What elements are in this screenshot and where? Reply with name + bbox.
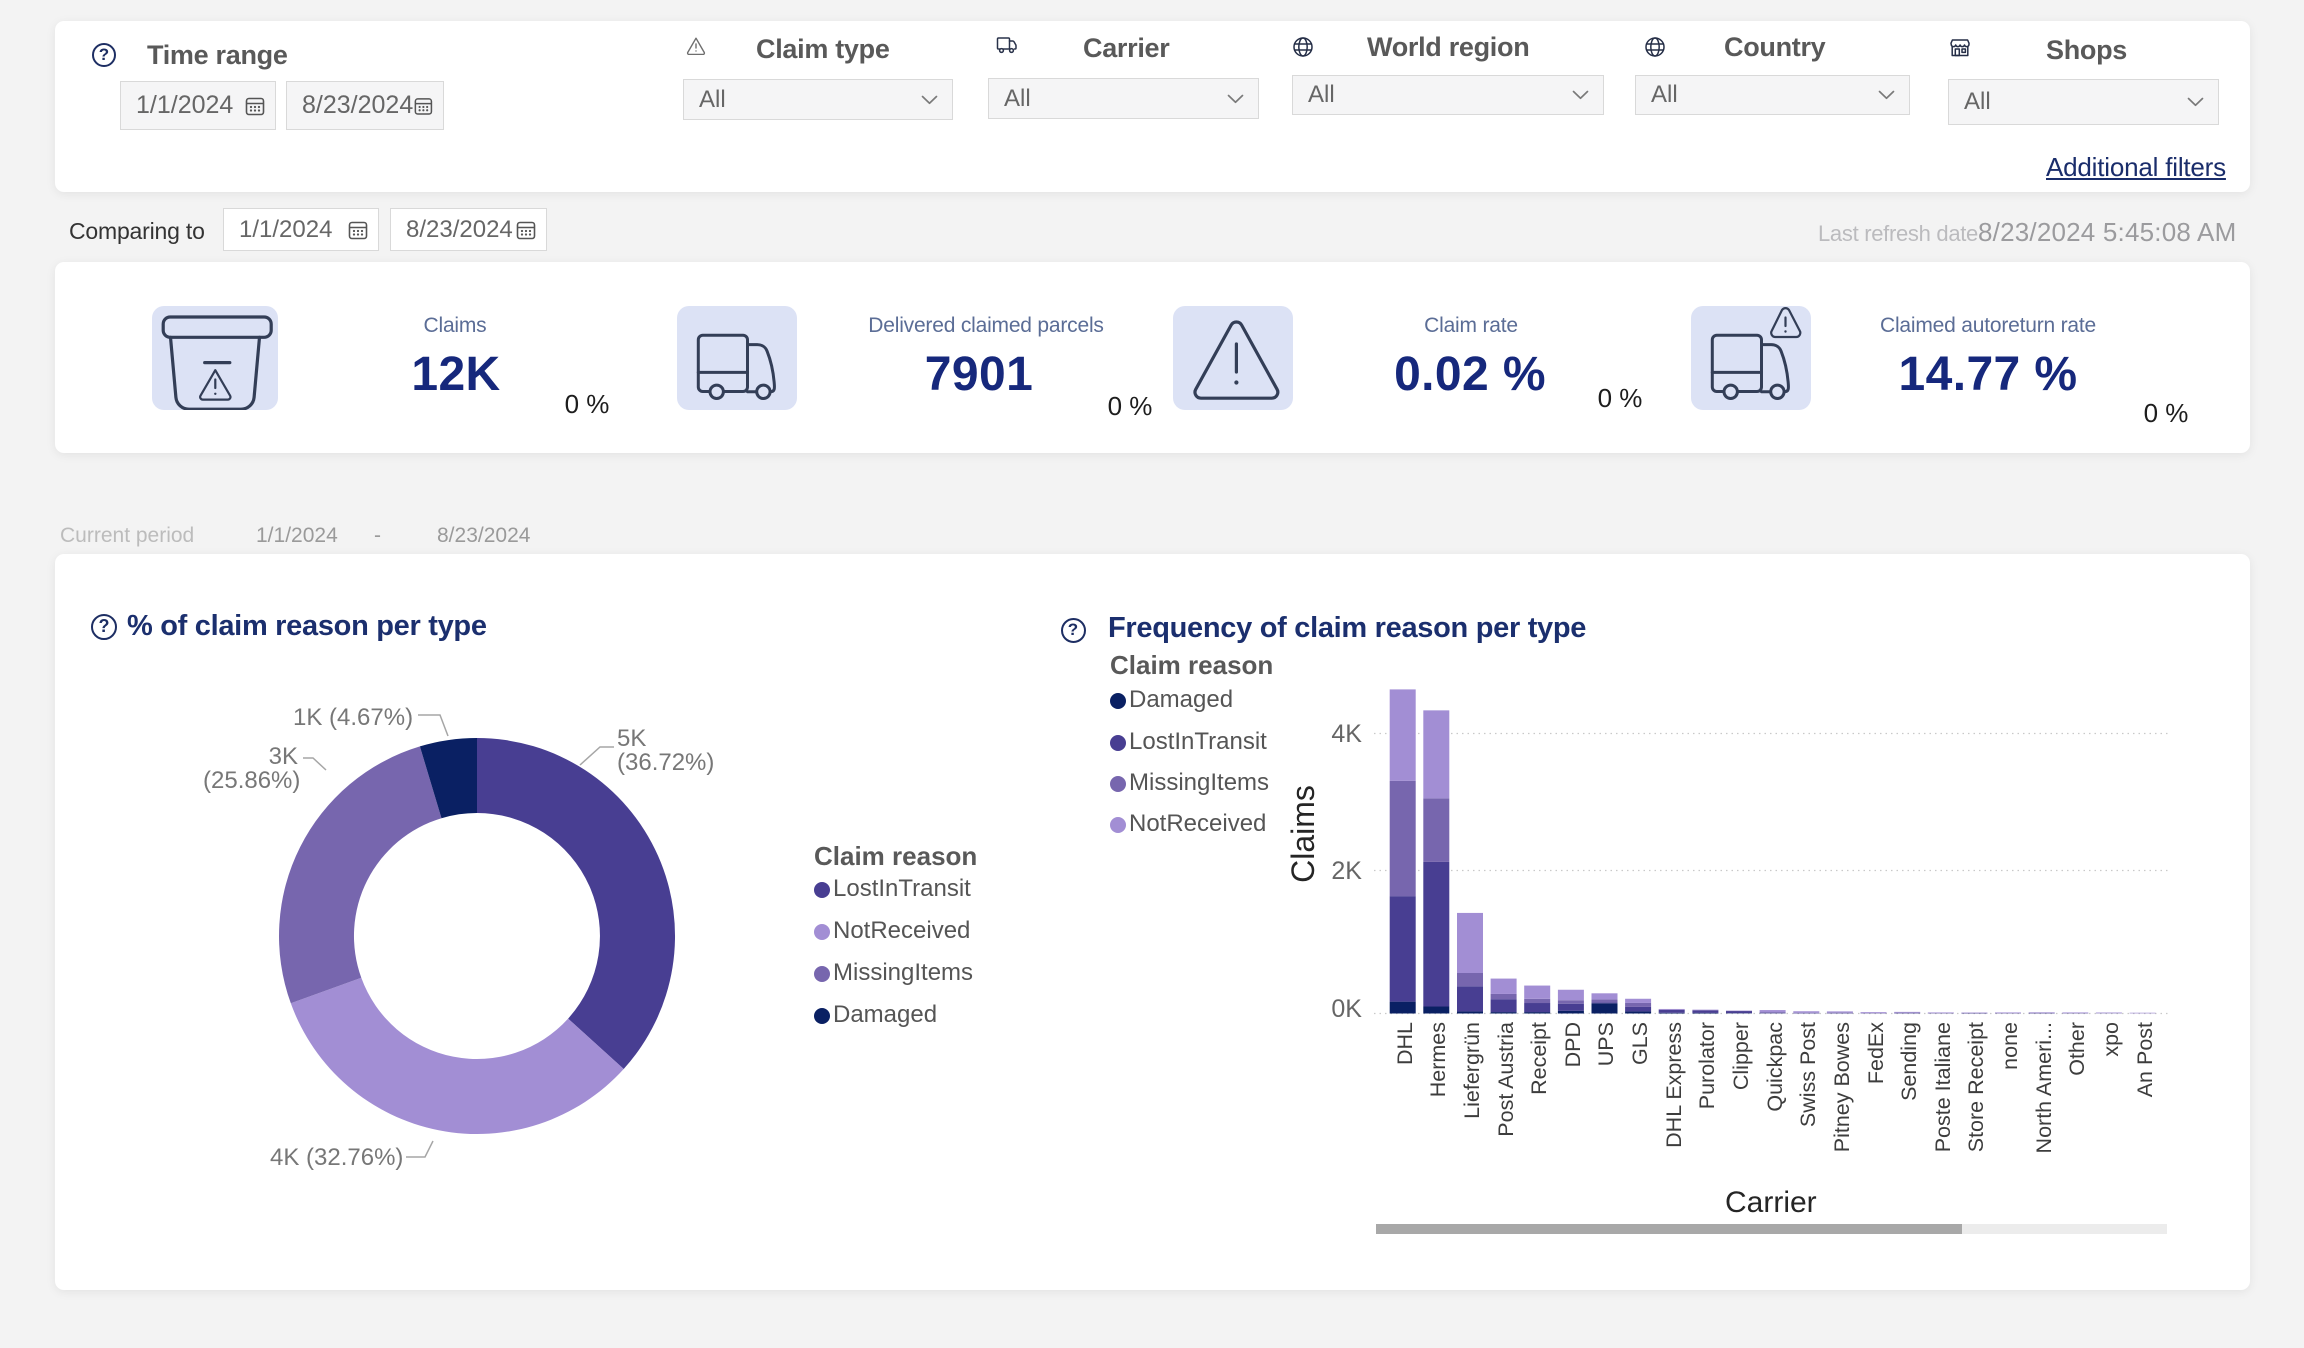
svg-text:Pitney Bowes: Pitney Bowes — [1830, 1022, 1854, 1152]
svg-text:Other: Other — [2065, 1022, 2089, 1076]
svg-text:Sending: Sending — [1897, 1022, 1921, 1101]
svg-text:Purolator: Purolator — [1695, 1022, 1719, 1109]
svg-text:xpo: xpo — [2099, 1022, 2123, 1057]
svg-text:none: none — [1998, 1022, 2022, 1070]
svg-text:UPS: UPS — [1594, 1022, 1618, 1066]
svg-text:Receipt: Receipt — [1527, 1022, 1551, 1095]
svg-text:Quickpac: Quickpac — [1763, 1022, 1787, 1112]
svg-text:DPD: DPD — [1561, 1022, 1585, 1067]
svg-text:Claims: Claims — [1285, 785, 1321, 883]
svg-text:GLS: GLS — [1628, 1022, 1652, 1065]
svg-text:North Ameri...: North Ameri... — [2032, 1022, 2056, 1153]
svg-text:Post Austria: Post Austria — [1494, 1022, 1518, 1137]
svg-text:An Post: An Post — [2133, 1022, 2157, 1097]
svg-text:Hermes: Hermes — [1426, 1022, 1450, 1097]
svg-text:Swiss Post: Swiss Post — [1796, 1022, 1820, 1127]
svg-text:DHL Express: DHL Express — [1662, 1022, 1686, 1148]
svg-text:Clipper: Clipper — [1729, 1022, 1753, 1090]
svg-text:FedEx: FedEx — [1864, 1022, 1888, 1084]
svg-text:DHL: DHL — [1393, 1022, 1417, 1065]
svg-text:Store Receipt: Store Receipt — [1964, 1022, 1988, 1152]
svg-text:Liefergrün: Liefergrün — [1460, 1022, 1484, 1119]
svg-text:Poste Italiane: Poste Italiane — [1931, 1022, 1955, 1152]
